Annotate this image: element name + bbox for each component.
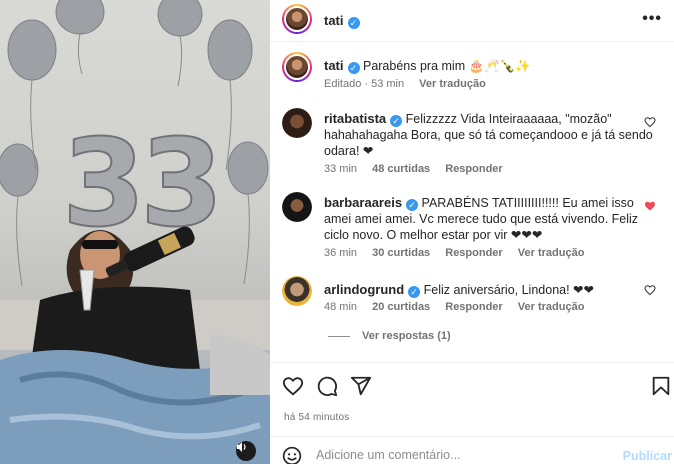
author-info: tati ✓ — [324, 13, 360, 29]
reply-button[interactable]: Responder — [445, 247, 502, 259]
heart-icon[interactable] — [644, 284, 656, 296]
commenter-username[interactable]: ritabatista — [324, 111, 386, 126]
caption-username[interactable]: tati — [324, 58, 344, 73]
reply-button[interactable]: Responder — [445, 301, 502, 313]
comment-likes[interactable]: 20 curtidas — [372, 301, 430, 313]
more-options-button[interactable]: ••• — [642, 10, 662, 28]
emoji-icon[interactable] — [282, 446, 302, 464]
comment-body: Feliz aniversário, Lindona! ❤❤ — [423, 283, 594, 297]
heart-filled-icon[interactable] — [644, 200, 656, 212]
author-avatar[interactable] — [282, 4, 312, 34]
post-side-panel: tati ✓ ••• tati ✓ Parabéns pra mim 🎂🥂🍾✨ Ed… — [270, 0, 674, 464]
commenter-avatar[interactable] — [282, 276, 312, 306]
replies-divider — [328, 335, 350, 337]
commenter-username[interactable]: arlindogrund — [324, 282, 404, 297]
comment-translate-link[interactable]: Ver tradução — [518, 301, 585, 313]
comments-list[interactable]: tati ✓ Parabéns pra mim 🎂🥂🍾✨ Editado · 53… — [270, 42, 674, 362]
comment-input[interactable] — [316, 445, 596, 464]
verified-badge-icon: ✓ — [347, 62, 360, 74]
comment-text: ritabatista ✓ Felizzzzz Vida Inteiraaaaaa… — [324, 111, 654, 159]
caption-edited: Editado · 53 min — [324, 78, 405, 90]
caption-body: Parabéns pra mim 🎂🥂🍾✨ — [362, 59, 531, 73]
caption-translate-link[interactable]: Ver tradução — [419, 78, 486, 90]
view-replies-button[interactable]: Ver respostas (1) — [328, 330, 451, 342]
verified-badge-icon: ✓ — [406, 199, 419, 211]
commenter-avatar[interactable] — [282, 192, 312, 222]
photo-illustration: 3 3 — [0, 0, 270, 464]
caption-avatar[interactable] — [282, 52, 312, 82]
comment-time: 36 min — [324, 247, 358, 259]
add-comment-bar: Publicar — [270, 436, 674, 464]
comment-likes[interactable]: 48 curtidas — [372, 163, 430, 175]
verified-badge-icon: ✓ — [390, 115, 403, 127]
action-bar — [270, 362, 674, 408]
post-timestamp: há 54 minutos — [284, 412, 350, 423]
comment-text: arlindogrund ✓ Feliz aniversário, Lindona… — [324, 282, 654, 298]
comment-time: 33 min — [324, 163, 358, 175]
view-replies-label: Ver respostas (1) — [362, 330, 451, 342]
commenter-avatar[interactable] — [282, 108, 312, 138]
heart-icon[interactable] — [282, 375, 304, 397]
comment-icon[interactable] — [316, 375, 338, 397]
verified-badge-icon: ✓ — [408, 286, 421, 298]
heart-icon[interactable] — [644, 116, 656, 128]
comment-text: barbaraareis ✓ PARABÉNS TATIIIIIIII!!!!! … — [324, 195, 654, 243]
caption-meta: Editado · 53 min Ver tradução — [324, 78, 498, 90]
caption-text: tati ✓ Parabéns pra mim 🎂🥂🍾✨ — [324, 58, 654, 74]
commenter-username[interactable]: barbaraareis — [324, 195, 402, 210]
author-username[interactable]: tati — [324, 13, 344, 28]
reply-button[interactable]: Responder — [445, 163, 502, 175]
comment-meta: 36 min 30 curtidas Responder Ver traduçã… — [324, 247, 596, 259]
verified-badge-icon: ✓ — [347, 17, 360, 29]
comment-meta: 33 min 48 curtidas Responder — [324, 163, 515, 175]
comment-meta: 48 min 20 curtidas Responder Ver traduçã… — [324, 301, 596, 313]
comment-likes[interactable]: 30 curtidas — [372, 247, 430, 259]
publish-button[interactable]: Publicar — [623, 449, 672, 463]
audio-toggle-button[interactable] — [236, 441, 256, 461]
post-header: tati ✓ ••• — [270, 0, 674, 42]
speaker-icon — [237, 442, 246, 452]
bookmark-icon[interactable] — [650, 375, 672, 397]
post-photo[interactable]: 3 3 — [0, 0, 270, 464]
comment-time: 48 min — [324, 301, 358, 313]
share-icon[interactable] — [350, 375, 372, 397]
comment-translate-link[interactable]: Ver tradução — [518, 247, 585, 259]
